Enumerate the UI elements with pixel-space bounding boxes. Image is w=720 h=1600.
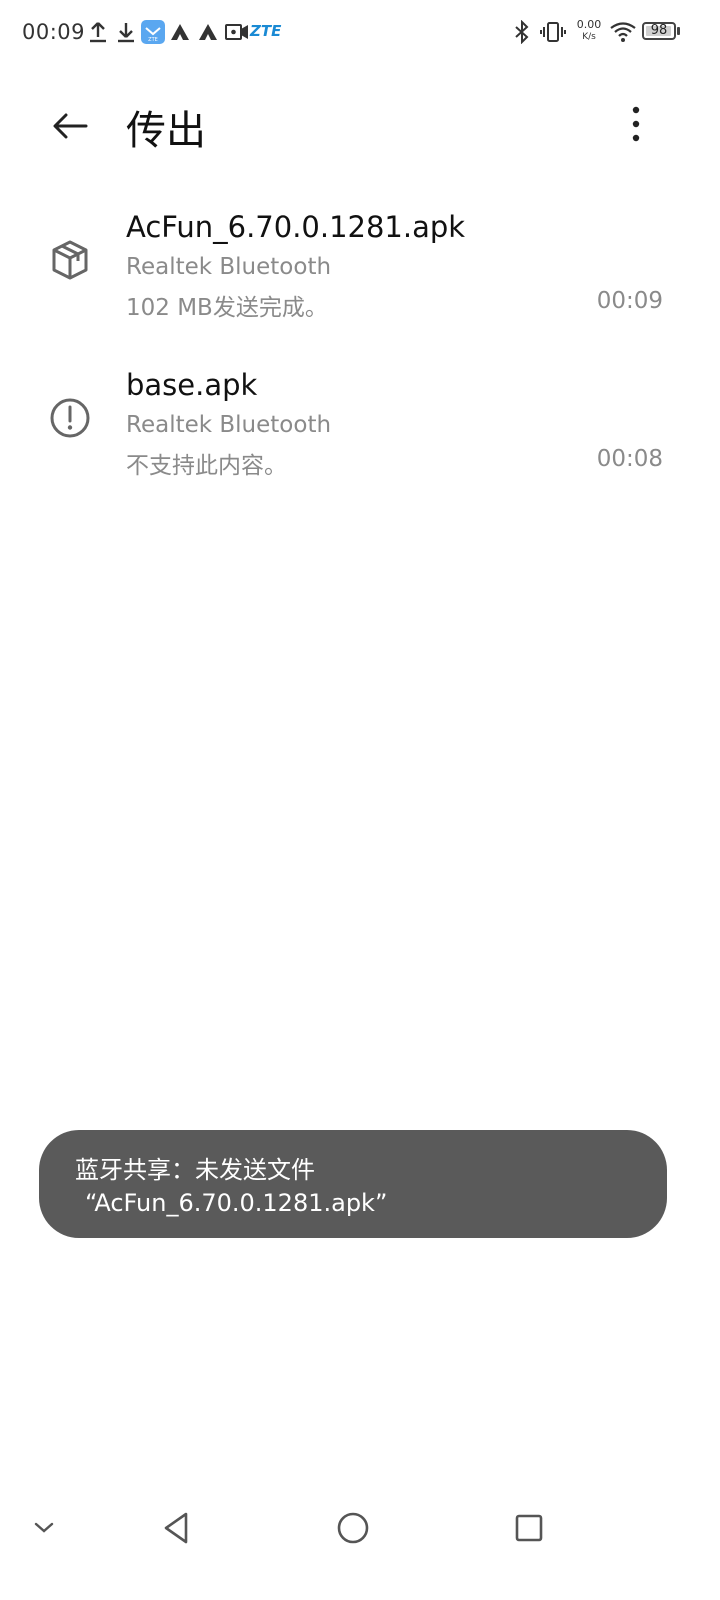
list-item[interactable]: base.apk Realtek Bluetooth 不支持此内容。 00:08 (0, 358, 720, 516)
font-a-icon (169, 20, 191, 48)
recents-square-icon (515, 1514, 543, 1542)
nav-home-button[interactable] (325, 1500, 381, 1556)
upload-icon (88, 20, 108, 48)
transfer-status: 102 MB发送完成。 (126, 295, 328, 321)
net-speed: 0.00 K/s (574, 19, 604, 43)
arrow-left-icon (53, 113, 88, 139)
brand-logo: ZTE (250, 22, 282, 40)
more-options-button[interactable] (612, 100, 660, 148)
app-bar: 传出 (0, 80, 720, 170)
svg-text:ZTE: ZTE (148, 37, 158, 43)
net-speed-value: 0.00 (576, 18, 602, 31)
alert-circle-icon (46, 394, 94, 442)
status-bar: 00:09 ZTE ZTE 0.00 K/s 98 (0, 0, 720, 66)
chevron-down-icon (34, 1522, 54, 1533)
transfer-time: 00:08 (596, 446, 663, 472)
toast-line-1: 蓝牙共享：未发送文件 (75, 1156, 315, 1184)
hide-nav-button[interactable] (16, 1500, 72, 1556)
net-speed-unit: K/s (582, 32, 596, 42)
home-circle-icon (337, 1512, 369, 1544)
app-icon: ZTE (141, 20, 165, 48)
transfer-status: 不支持此内容。 (126, 453, 287, 479)
device-name: Realtek Bluetooth (126, 254, 332, 280)
page-title: 传出 (126, 108, 206, 154)
wifi-icon (609, 20, 637, 48)
nav-recents-button[interactable] (501, 1500, 557, 1556)
download-icon (116, 20, 136, 48)
back-button[interactable] (46, 102, 94, 150)
battery-cap (677, 27, 680, 35)
navigation-bar (0, 1480, 720, 1580)
file-name: AcFun_6.70.0.1281.apk (126, 210, 466, 244)
transfer-time: 00:09 (596, 288, 663, 314)
nav-back-button[interactable] (148, 1500, 204, 1556)
font-a-icon (197, 20, 219, 48)
back-triangle-icon (164, 1512, 188, 1544)
status-time: 00:09 (22, 20, 86, 44)
battery-level: 98 (650, 23, 668, 38)
video-icon (224, 20, 250, 48)
transfer-list: AcFun_6.70.0.1281.apk Realtek Bluetooth … (0, 200, 720, 516)
device-name: Realtek Bluetooth (126, 412, 332, 438)
toast-message: 蓝牙共享：未发送文件 “AcFun_6.70.0.1281.apk” (39, 1130, 667, 1238)
bluetooth-icon (512, 19, 532, 48)
more-vert-icon (632, 106, 640, 142)
vibrate-icon (540, 20, 566, 48)
battery-icon: 98 (642, 22, 676, 40)
file-name: base.apk (126, 368, 258, 402)
toast-line-2: “AcFun_6.70.0.1281.apk” (85, 1189, 388, 1217)
package-icon (46, 236, 94, 284)
list-item[interactable]: AcFun_6.70.0.1281.apk Realtek Bluetooth … (0, 200, 720, 358)
